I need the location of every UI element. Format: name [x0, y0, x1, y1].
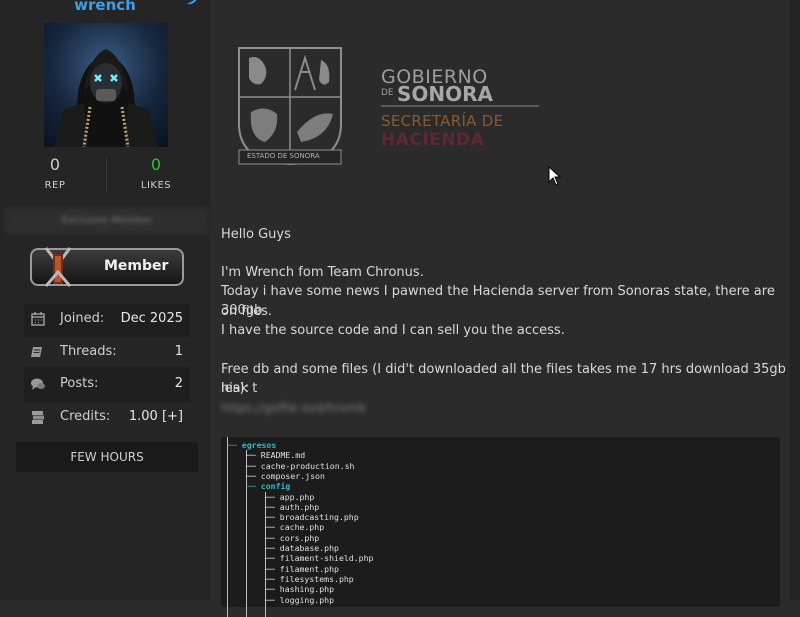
likes-label: LIKES: [106, 180, 206, 191]
likes-value: 0: [106, 155, 206, 175]
threads-label: Threads:: [60, 344, 117, 359]
posts-value: 2: [175, 376, 183, 391]
para1-line2: Today i have some news I pawned the Haci…: [221, 282, 800, 320]
para1-line1: I'm Wrench fom Team Chronus.: [221, 263, 424, 282]
sonora-seal-icon: [235, 42, 345, 167]
file-tree-item: ── hashing.php: [265, 584, 334, 594]
file-tree-item: ── config: [246, 481, 290, 491]
file-tree-item: ── cors.php: [265, 533, 319, 543]
file-tree-item: ── cache.php: [265, 522, 324, 532]
file-tree-item: ── composer.json: [246, 471, 325, 481]
greeting-text: Hello Guys: [221, 225, 291, 244]
post-body: ESTADO DE SONORA GOBIERNO DE SONORA SECR…: [210, 0, 800, 600]
info-row-posts: Posts: 2: [24, 369, 190, 399]
likes-stat: 0 LIKES: [106, 155, 206, 191]
info-row-joined: Joined: Dec 2025: [24, 304, 190, 334]
file-tree-item: ── auth.php: [265, 502, 319, 512]
logo-rule: [381, 105, 539, 107]
mouse-cursor-icon: [548, 166, 562, 186]
hidden-download-link[interactable]: https://gofile.io/d/hrxmb: [221, 401, 366, 415]
rep-stat: 0 REP: [5, 155, 105, 191]
user-info-box: Joined: Dec 2025 Threads: 1 Posts: 2: [24, 304, 190, 432]
page-edge: [790, 0, 800, 600]
joined-value: Dec 2025: [121, 311, 183, 326]
threads-icon: [30, 344, 46, 360]
file-tree-item: ── database.php: [265, 543, 339, 553]
para2-line1: Free db and some files (I did't download…: [221, 360, 800, 398]
seal-caption: ESTADO DE SONORA: [247, 152, 320, 160]
para1-line3: on files.: [221, 302, 272, 321]
threads-value: 1: [175, 344, 183, 359]
file-tree-item: ── filesystems.php: [265, 574, 354, 584]
info-row-credits: Credits: 1.00 [+]: [24, 402, 190, 432]
hacienda-logo: ESTADO DE SONORA GOBIERNO DE SONORA SECR…: [235, 42, 520, 167]
file-tree-code-block: ── egresos── README.md── cache-productio…: [221, 437, 780, 607]
file-tree-item: ── README.md: [246, 450, 305, 460]
credits-icon: [30, 409, 46, 425]
credits-value[interactable]: 1.00 [+]: [129, 409, 183, 424]
calendar-icon: [30, 311, 46, 327]
para1-line4: I have the source code and I can sell yo…: [221, 321, 565, 340]
para2-line2: his):: [221, 379, 249, 398]
logo-hacienda: HACIENDA: [381, 130, 484, 150]
credits-label: Credits:: [60, 409, 110, 424]
file-tree-item: ── egresos: [227, 440, 276, 450]
posts-label: Posts:: [60, 376, 98, 391]
twitter-icon[interactable]: [186, 0, 200, 6]
last-seen: FEW HOURS: [16, 442, 198, 472]
file-tree-item: ── cache-production.sh: [246, 461, 354, 471]
logo-sonora: SONORA: [397, 82, 493, 106]
user-title: Exclusive Member: [5, 207, 209, 234]
rep-label: REP: [5, 180, 105, 191]
file-tree-item: ── app.php: [265, 492, 314, 502]
rep-value: 0: [5, 155, 105, 175]
posts-icon: [30, 376, 46, 392]
badge-label: Member: [104, 258, 168, 274]
user-sidebar: wrench 0 REP 0 LIKES Exclusive Member: [0, 0, 210, 600]
file-tree-item: ── filament.php: [265, 564, 339, 574]
joined-label: Joined:: [60, 311, 104, 326]
member-badge: Member: [30, 248, 184, 286]
award-icon: [38, 244, 78, 290]
file-tree-item: ── filament-shield.php: [265, 553, 373, 563]
logo-de: DE: [381, 88, 394, 98]
file-tree-item: ── broadcasting.php: [265, 512, 359, 522]
avatar[interactable]: [44, 23, 168, 147]
info-row-threads: Threads: 1: [24, 337, 190, 367]
logo-secretaria: SECRETARÍA DE: [381, 112, 503, 130]
username-link[interactable]: wrench: [0, 0, 210, 14]
tree-connector: [227, 437, 228, 617]
